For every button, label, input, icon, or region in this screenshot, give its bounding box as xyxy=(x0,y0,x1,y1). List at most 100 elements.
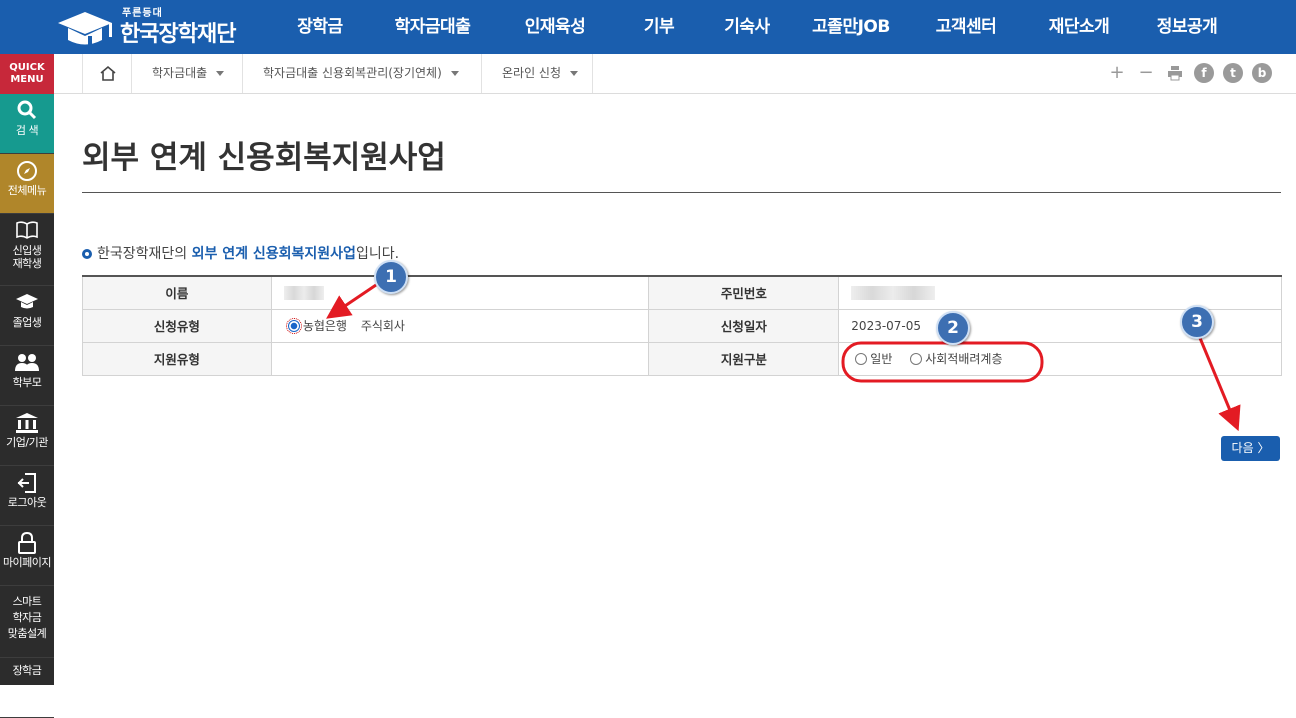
quick-graduate-label: 졸업생 xyxy=(12,316,42,329)
breadcrumb-credit-recovery[interactable]: 학자금대출 신용회복관리(장기연체) xyxy=(242,54,482,93)
company-type: 주식회사 xyxy=(360,319,405,333)
bullet-icon xyxy=(82,249,92,259)
graduation-cap-logo-icon xyxy=(58,12,112,46)
quick-search-label: 검 색 xyxy=(15,124,39,137)
logout-icon xyxy=(17,473,36,493)
quick-student-label1: 신입생 xyxy=(12,244,42,257)
nav-job[interactable]: 고졸만JOB xyxy=(791,0,911,54)
facebook-icon[interactable]: f xyxy=(1194,63,1214,83)
nav-donation[interactable]: 기부 xyxy=(615,0,703,54)
logo-name: 한국장학재단 xyxy=(120,22,236,47)
quick-search[interactable]: 검 색 xyxy=(0,94,54,154)
apply-date-value: 2023-07-05 xyxy=(838,308,1282,343)
apply-type-value: 농협은행 주식회사 xyxy=(270,308,650,343)
home-icon xyxy=(100,65,116,81)
masked-name xyxy=(283,286,324,300)
nav-student-loan[interactable]: 학자금대출 xyxy=(370,0,495,54)
table-row: 이름 주민번호 xyxy=(82,275,1282,310)
quick-menu-title-line2: MENU xyxy=(10,74,44,85)
chevron-down-icon xyxy=(216,71,225,76)
support-type-label: 지원유형 xyxy=(82,341,272,376)
nav-scholarship[interactable]: 장학금 xyxy=(270,0,370,54)
intro-prefix: 한국장학재단의 xyxy=(97,246,192,262)
nh-bank-radio[interactable] xyxy=(285,318,302,334)
social-care-radio[interactable] xyxy=(910,353,923,365)
chevron-down-icon xyxy=(570,71,579,76)
breadcrumb-credit-recovery-label: 학자금대출 신용회복관리(장기연체) xyxy=(263,66,442,80)
chevron-down-icon xyxy=(450,71,459,76)
intro-text: 한국장학재단의 외부 연계 신용회복지원사업입니다. xyxy=(82,243,399,263)
apply-date-label: 신청일자 xyxy=(648,308,840,343)
rrn-value xyxy=(838,275,1282,310)
lock-icon xyxy=(18,531,36,554)
search-icon xyxy=(17,100,37,120)
quick-parents[interactable]: 학부모 xyxy=(0,346,54,406)
quick-logout-label: 로그아웃 xyxy=(7,496,47,509)
social-care-label[interactable]: 사회적배려계층 xyxy=(925,352,1002,366)
support-category-value: 일반 사회적배려계층 xyxy=(838,341,1282,376)
global-nav: 장학금 학자금대출 인재육성 기부 기숙사 고졸만JOB 고객센터 재단소개 정… xyxy=(270,0,1237,54)
quick-menu-title: QUICK MENU xyxy=(0,54,54,94)
print-icon[interactable] xyxy=(1165,63,1185,83)
support-type-value xyxy=(270,341,650,376)
next-button[interactable]: 다음 〉 xyxy=(1221,436,1280,461)
general-label[interactable]: 일반 xyxy=(870,352,892,366)
quick-mypage[interactable]: 마이페이지 xyxy=(0,526,54,586)
quick-smart-label3: 맞춤설계 xyxy=(7,627,47,640)
quick-institution-label: 기업/기관 xyxy=(6,436,48,449)
nav-dormitory[interactable]: 기숙사 xyxy=(703,0,791,54)
name-label: 이름 xyxy=(82,275,272,310)
quick-all-menu-label: 전체메뉴 xyxy=(7,184,47,197)
nav-disclosure[interactable]: 정보공개 xyxy=(1137,0,1237,54)
logo[interactable]: 푸른등대 한국장학재단 xyxy=(52,2,252,52)
zoom-out-icon[interactable]: − xyxy=(1136,63,1156,83)
quick-logout[interactable]: 로그아웃 xyxy=(0,466,54,526)
breadcrumb-online-apply-label: 온라인 신청 xyxy=(502,66,562,80)
quick-smart-planner[interactable]: 스마트 학자금 맞춤설계 xyxy=(0,586,54,658)
support-category-label: 지원구분 xyxy=(648,341,840,376)
application-form: 이름 주민번호 신청유형 농협은행 주식회사 신청일자 2023-07-05 지… xyxy=(82,275,1282,376)
name-value xyxy=(270,275,650,310)
home-button[interactable] xyxy=(82,54,132,93)
quick-scholarship-label: 장학금 xyxy=(12,664,42,677)
book-icon xyxy=(16,221,38,239)
quick-graduate[interactable]: 졸업생 xyxy=(0,286,54,346)
page-title: 외부 연계 신용회복지원사업 xyxy=(82,140,446,176)
nh-bank-label[interactable]: 농협은행 xyxy=(303,319,347,333)
graduation-cap-icon xyxy=(16,294,38,309)
blog-icon[interactable]: b xyxy=(1252,63,1272,83)
quick-mypage-label: 마이페이지 xyxy=(2,556,52,569)
rrn-label: 주민번호 xyxy=(648,275,840,310)
institution-icon xyxy=(16,413,38,433)
quick-student-label2: 재학생 xyxy=(12,257,42,270)
breadcrumb-loan-label: 학자금대출 xyxy=(152,66,208,80)
apply-type-label: 신청유형 xyxy=(82,308,272,343)
quick-scholarship[interactable]: 장학금 xyxy=(0,658,54,718)
quick-student[interactable]: 신입생 재학생 xyxy=(0,214,54,286)
quick-menu: QUICK MENU 검 색 전체메뉴 신입생 재학생 졸업생 학부모 기업/기… xyxy=(0,54,54,718)
page-tools: + − f t b xyxy=(1107,63,1272,83)
quick-all-menu[interactable]: 전체메뉴 xyxy=(0,154,54,214)
quick-institution[interactable]: 기업/기관 xyxy=(0,406,54,466)
intro-highlight: 외부 연계 신용회복지원사업 xyxy=(191,246,356,262)
step-badge-1: 1 xyxy=(374,260,408,294)
quick-smart-label2: 학자금 xyxy=(12,611,42,624)
quick-menu-title-line1: QUICK xyxy=(9,62,45,73)
compass-icon xyxy=(17,161,37,181)
breadcrumb-loan[interactable]: 학자금대출 xyxy=(131,54,243,93)
masked-rrn xyxy=(851,286,936,300)
breadcrumb-bar: 학자금대출 학자금대출 신용회복관리(장기연체) 온라인 신청 + − f t … xyxy=(54,54,1296,94)
table-row: 신청유형 농협은행 주식회사 신청일자 2023-07-05 xyxy=(82,308,1282,343)
quick-parents-label: 학부모 xyxy=(12,376,42,389)
breadcrumb-online-apply[interactable]: 온라인 신청 xyxy=(481,54,593,93)
nav-customer-center[interactable]: 고객센터 xyxy=(911,0,1021,54)
zoom-in-icon[interactable]: + xyxy=(1107,63,1127,83)
quick-smart-label1: 스마트 xyxy=(12,595,42,608)
general-radio[interactable] xyxy=(855,353,868,365)
twitter-icon[interactable]: t xyxy=(1223,63,1243,83)
nav-talent[interactable]: 인재육성 xyxy=(495,0,615,54)
parents-icon xyxy=(15,354,39,371)
nav-about[interactable]: 재단소개 xyxy=(1021,0,1137,54)
title-divider xyxy=(82,192,1281,193)
top-header: 푸른등대 한국장학재단 장학금 학자금대출 인재육성 기부 기숙사 고졸만JOB… xyxy=(0,0,1296,54)
